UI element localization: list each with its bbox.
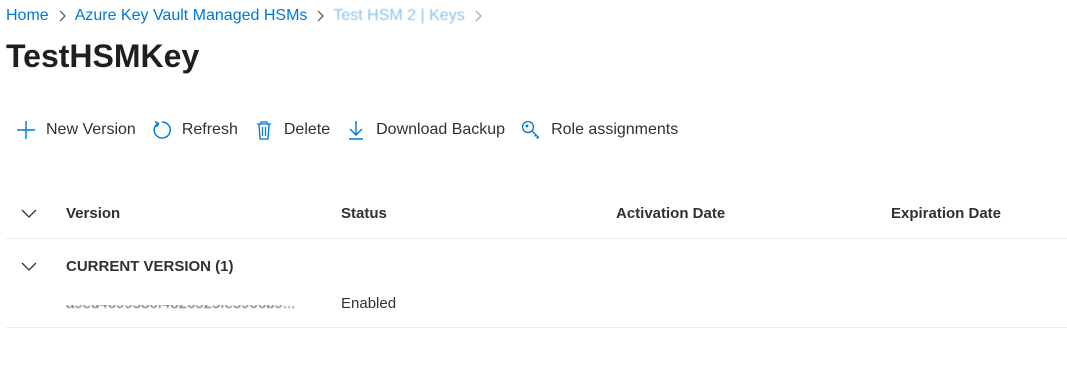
chevron-right-icon bbox=[311, 8, 329, 24]
group-label: CURRENT VERSION (1) bbox=[66, 257, 234, 275]
refresh-label: Refresh bbox=[181, 121, 238, 138]
refresh-icon bbox=[150, 118, 174, 142]
download-backup-button[interactable]: Download Backup bbox=[338, 114, 513, 146]
breadcrumb: Home Azure Key Vault Managed HSMs Test H… bbox=[6, 4, 491, 28]
table-row[interactable]: a9ed4699586f4826525fe5906b9... Enabled bbox=[6, 293, 1067, 328]
collapse-all-chevron-icon[interactable] bbox=[6, 207, 52, 219]
role-assignments-label: Role assignments bbox=[551, 121, 679, 138]
new-version-label: New Version bbox=[46, 121, 136, 138]
new-version-button[interactable]: New Version bbox=[8, 114, 144, 146]
group-header-current-version[interactable]: CURRENT VERSION (1) bbox=[6, 239, 1067, 293]
chevron-right-icon bbox=[53, 8, 71, 24]
refresh-button[interactable]: Refresh bbox=[144, 114, 246, 146]
column-header-version[interactable]: Version bbox=[52, 205, 341, 222]
breadcrumb-managed-hsms[interactable]: Azure Key Vault Managed HSMs bbox=[75, 7, 308, 25]
breadcrumb-home[interactable]: Home bbox=[6, 7, 49, 25]
grid-header: Version Status Activation Date Expiratio… bbox=[6, 188, 1067, 239]
versions-grid: Version Status Activation Date Expiratio… bbox=[6, 188, 1067, 328]
trash-icon bbox=[252, 118, 276, 142]
delete-button[interactable]: Delete bbox=[246, 114, 338, 146]
download-backup-label: Download Backup bbox=[376, 121, 506, 138]
chevron-right-icon bbox=[469, 8, 487, 24]
download-icon bbox=[344, 118, 368, 142]
column-header-activation-date[interactable]: Activation Date bbox=[616, 205, 891, 222]
breadcrumb-hsm-keys[interactable]: Test HSM 2 | Keys bbox=[333, 7, 464, 25]
delete-label: Delete bbox=[283, 121, 331, 138]
status-cell: Enabled bbox=[341, 295, 397, 312]
role-assignments-button[interactable]: Role assignments bbox=[513, 114, 686, 146]
column-header-expiration-date[interactable]: Expiration Date bbox=[891, 205, 1061, 222]
chevron-down-icon[interactable] bbox=[6, 260, 52, 272]
version-id-cell[interactable]: a9ed4699586f4826525fe5906b9... bbox=[52, 305, 341, 315]
page-title: TestHSMKey bbox=[6, 38, 200, 74]
plus-icon bbox=[14, 118, 38, 142]
key-icon bbox=[519, 118, 543, 142]
column-header-status[interactable]: Status bbox=[341, 205, 616, 222]
command-bar: New Version Refresh Delete Download Back… bbox=[8, 114, 686, 146]
